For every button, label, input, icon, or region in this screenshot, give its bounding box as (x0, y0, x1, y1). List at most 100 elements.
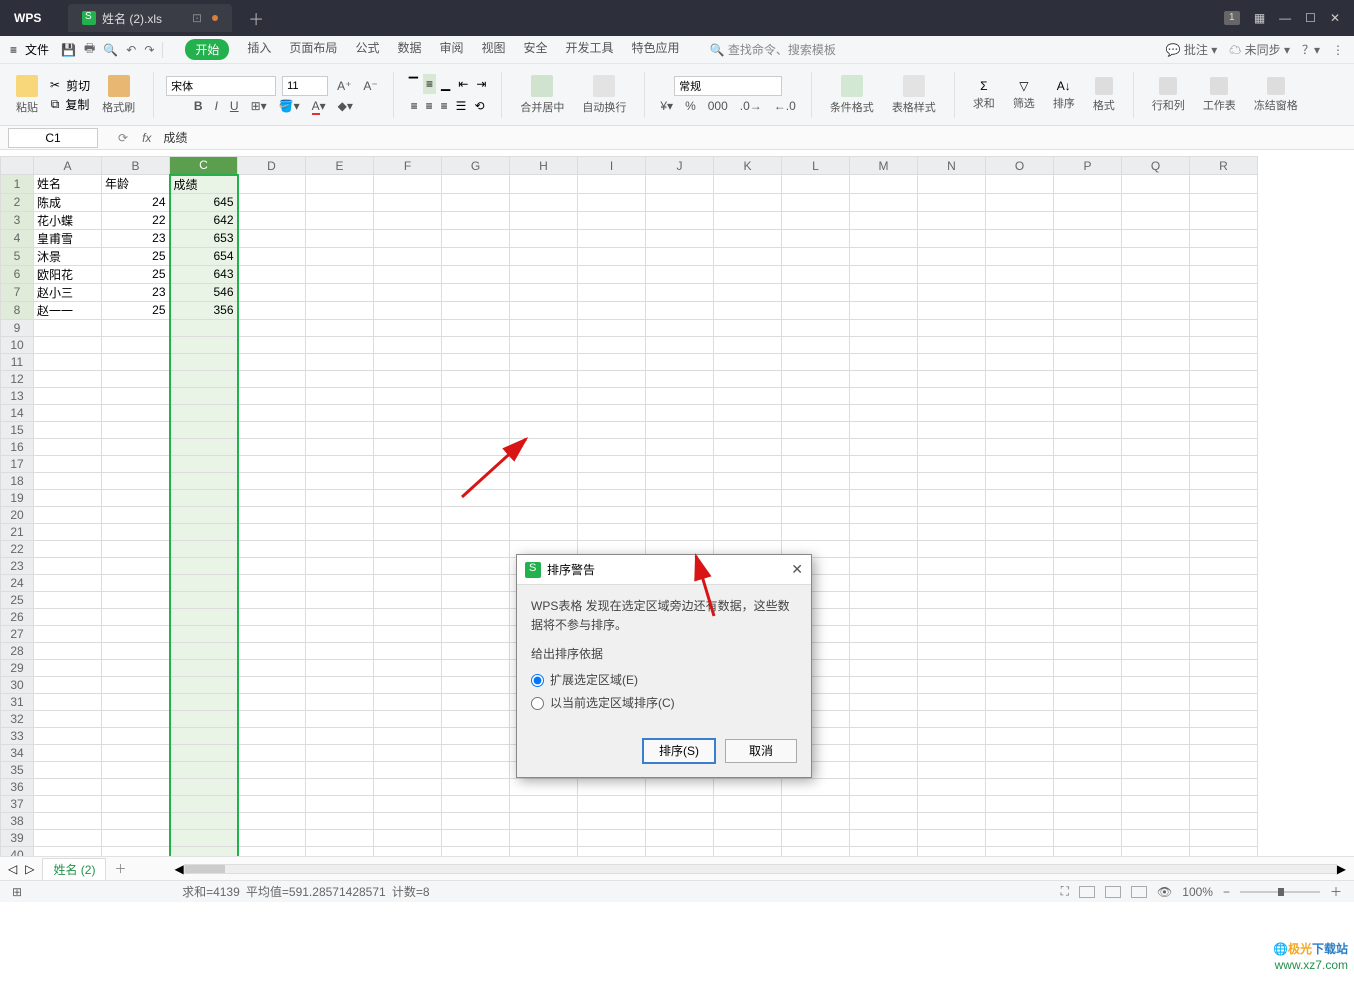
comments-button[interactable]: 💬 批注 ▾ (1166, 41, 1218, 58)
cell-D32[interactable] (238, 710, 306, 727)
row-header-34[interactable]: 34 (1, 744, 34, 761)
cell-D37[interactable] (238, 795, 306, 812)
row-header-10[interactable]: 10 (1, 336, 34, 353)
inc-decimal-button[interactable]: .0→ (737, 98, 765, 114)
row-header-12[interactable]: 12 (1, 370, 34, 387)
cell-A31[interactable] (34, 693, 102, 710)
cell-O32[interactable] (986, 710, 1054, 727)
cell-N23[interactable] (918, 557, 986, 574)
cell-P32[interactable] (1054, 710, 1122, 727)
cell-J8[interactable] (646, 301, 714, 319)
cell-C35[interactable] (170, 761, 238, 778)
cell-P39[interactable] (1054, 829, 1122, 846)
cell-E25[interactable] (306, 591, 374, 608)
cell-A29[interactable] (34, 659, 102, 676)
cell-J17[interactable] (646, 455, 714, 472)
cell-I11[interactable] (578, 353, 646, 370)
cell-B14[interactable] (102, 404, 170, 421)
cell-F13[interactable] (374, 387, 442, 404)
cell-E26[interactable] (306, 608, 374, 625)
cell-E7[interactable] (306, 283, 374, 301)
cell-G27[interactable] (442, 625, 510, 642)
row-header-36[interactable]: 36 (1, 778, 34, 795)
cell-D34[interactable] (238, 744, 306, 761)
cell-M26[interactable] (850, 608, 918, 625)
cell-Q21[interactable] (1122, 523, 1190, 540)
row-header-2[interactable]: 2 (1, 193, 34, 211)
cell-A35[interactable] (34, 761, 102, 778)
cell-P34[interactable] (1054, 744, 1122, 761)
row-header-4[interactable]: 4 (1, 229, 34, 247)
cell-L9[interactable] (782, 319, 850, 336)
cell-J1[interactable] (646, 175, 714, 194)
col-header-C[interactable]: C (170, 157, 238, 175)
row-header-1[interactable]: 1 (1, 175, 34, 194)
cell-L7[interactable] (782, 283, 850, 301)
worksheet-button[interactable]: 工作表 (1197, 75, 1242, 115)
row-header-28[interactable]: 28 (1, 642, 34, 659)
minimize-button[interactable]: — (1279, 11, 1291, 25)
cell-G36[interactable] (442, 778, 510, 795)
cell-E38[interactable] (306, 812, 374, 829)
cell-M33[interactable] (850, 727, 918, 744)
cell-O1[interactable] (986, 175, 1054, 194)
cell-K39[interactable] (714, 829, 782, 846)
row-header-8[interactable]: 8 (1, 301, 34, 319)
cell-Q27[interactable] (1122, 625, 1190, 642)
add-sheet-button[interactable]: ＋ (114, 860, 126, 877)
cell-E16[interactable] (306, 438, 374, 455)
cell-N6[interactable] (918, 265, 986, 283)
cell-M32[interactable] (850, 710, 918, 727)
cell-D2[interactable] (238, 193, 306, 211)
cell-O12[interactable] (986, 370, 1054, 387)
font-name-select[interactable] (166, 76, 276, 96)
orientation-button[interactable]: ⟲ (471, 96, 487, 116)
cell-Q31[interactable] (1122, 693, 1190, 710)
cell-C21[interactable] (170, 523, 238, 540)
cell-P29[interactable] (1054, 659, 1122, 676)
cell-K5[interactable] (714, 247, 782, 265)
cell-C30[interactable] (170, 676, 238, 693)
cell-R36[interactable] (1190, 778, 1258, 795)
cell-F20[interactable] (374, 506, 442, 523)
cell-R30[interactable] (1190, 676, 1258, 693)
cell-E18[interactable] (306, 472, 374, 489)
cell-E27[interactable] (306, 625, 374, 642)
cell-B23[interactable] (102, 557, 170, 574)
cell-L8[interactable] (782, 301, 850, 319)
cell-B26[interactable] (102, 608, 170, 625)
cell-D39[interactable] (238, 829, 306, 846)
cell-F23[interactable] (374, 557, 442, 574)
cell-D6[interactable] (238, 265, 306, 283)
cell-O11[interactable] (986, 353, 1054, 370)
row-header-7[interactable]: 7 (1, 283, 34, 301)
cell-A5[interactable]: 沐景 (34, 247, 102, 265)
cell-B24[interactable] (102, 574, 170, 591)
cell-K1[interactable] (714, 175, 782, 194)
radio-current[interactable]: 以当前选定区域排序(C) (531, 694, 797, 713)
cell-R33[interactable] (1190, 727, 1258, 744)
cell-O38[interactable] (986, 812, 1054, 829)
cell-N5[interactable] (918, 247, 986, 265)
tablestyle-button[interactable]: 表格样式 (886, 73, 942, 117)
cell-M11[interactable] (850, 353, 918, 370)
help-button[interactable]: ？▾ (1302, 41, 1320, 58)
cell-G35[interactable] (442, 761, 510, 778)
cell-K3[interactable] (714, 211, 782, 229)
cell-P18[interactable] (1054, 472, 1122, 489)
cell-O19[interactable] (986, 489, 1054, 506)
cell-F27[interactable] (374, 625, 442, 642)
cell-A40[interactable] (34, 846, 102, 856)
print-icon[interactable]: 🖶 (84, 39, 95, 60)
row-header-23[interactable]: 23 (1, 557, 34, 574)
cell-B22[interactable] (102, 540, 170, 557)
row-header-26[interactable]: 26 (1, 608, 34, 625)
cell-C20[interactable] (170, 506, 238, 523)
wrap-button[interactable]: 自动换行 (576, 73, 632, 117)
cell-G12[interactable] (442, 370, 510, 387)
cell-H2[interactable] (510, 193, 578, 211)
cell-E28[interactable] (306, 642, 374, 659)
cell-M40[interactable] (850, 846, 918, 856)
cell-O6[interactable] (986, 265, 1054, 283)
zoom-thumb[interactable] (1278, 888, 1284, 896)
